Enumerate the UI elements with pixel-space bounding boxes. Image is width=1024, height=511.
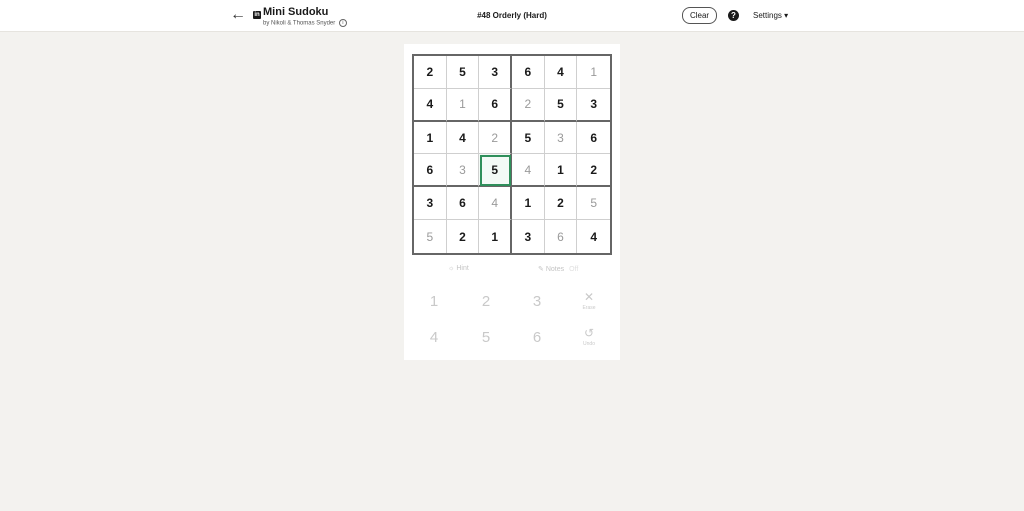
sudoku-cell[interactable]: 3 (512, 220, 545, 253)
byline: by Nikoli & Thomas Snyder i (263, 19, 347, 27)
sudoku-cell[interactable]: 3 (414, 187, 447, 221)
erase-x-icon: ✕ (583, 290, 595, 304)
sudoku-cell[interactable]: 6 (479, 88, 512, 122)
sudoku-cell[interactable]: 5 (512, 121, 545, 155)
sudoku-cell[interactable]: 3 (544, 121, 578, 155)
sudoku-cell[interactable]: 2 (479, 121, 512, 155)
sudoku-cell[interactable]: 4 (577, 220, 610, 253)
sudoku-cell[interactable]: 2 (544, 187, 578, 221)
sudoku-cell[interactable]: 6 (512, 56, 545, 89)
sudoku-cell[interactable]: 6 (545, 220, 578, 253)
sudoku-cell[interactable]: 4 (446, 121, 480, 155)
sudoku-cell[interactable]: 6 (414, 154, 447, 188)
sudoku-cell[interactable]: 2 (512, 88, 545, 122)
tool-row: ☼ Hint ✎ Notes Off (404, 263, 620, 277)
sudoku-cell[interactable]: 5 (446, 56, 480, 89)
sudoku-cell[interactable]: 1 (577, 56, 610, 89)
clear-button[interactable]: Clear (682, 7, 717, 24)
key-3[interactable]: 3 (517, 288, 557, 316)
sudoku-cell[interactable]: 5 (577, 187, 610, 221)
sudoku-cell[interactable]: 1 (414, 121, 447, 155)
sudoku-cell[interactable]: 1 (544, 154, 578, 188)
top-bar: ← in Mini Sudoku by Nikoli & Thomas Snyd… (0, 0, 1024, 32)
help-icon[interactable]: ? (728, 10, 739, 21)
key-5[interactable]: 5 (466, 324, 506, 352)
key-1[interactable]: 1 (414, 288, 454, 316)
info-icon[interactable]: i (338, 19, 347, 27)
sudoku-cell[interactable]: 3 (577, 89, 610, 122)
sudoku-board: 253641416253142536635412364125521364 (412, 54, 612, 255)
sudoku-cell[interactable]: 2 (577, 154, 610, 188)
sudoku-cell[interactable]: 4 (512, 154, 545, 188)
lightbulb-icon: ☼ (448, 265, 455, 272)
notes-toggle[interactable]: ✎ Notes Off (538, 265, 578, 273)
sudoku-cell[interactable]: 6 (446, 187, 480, 221)
hint-button[interactable]: ☼ Hint (448, 265, 469, 272)
sudoku-cell[interactable]: 1 (479, 220, 512, 253)
erase-button[interactable]: ✕ Erase (569, 290, 609, 318)
sudoku-cell[interactable]: 4 (544, 56, 578, 89)
sudoku-cell[interactable]: 1 (512, 187, 545, 221)
game-panel: 253641416253142536635412364125521364 ☼ H… (404, 44, 620, 360)
undo-button[interactable]: ↺ Undo (569, 326, 609, 354)
pencil-icon: ✎ (538, 266, 544, 273)
erase-label: Erase (582, 305, 596, 311)
sudoku-cell[interactable]: 3 (479, 56, 512, 89)
key-4[interactable]: 4 (414, 324, 454, 352)
byline-text: by Nikoli & Thomas Snyder (263, 20, 336, 27)
sudoku-cell[interactable]: 5 (544, 88, 578, 122)
sudoku-cell[interactable]: 2 (447, 220, 480, 253)
notes-state: Off (569, 266, 579, 273)
key-2[interactable]: 2 (466, 288, 506, 316)
sudoku-cell[interactable]: 3 (446, 154, 480, 188)
sudoku-cell-selected[interactable]: 5 (479, 154, 512, 188)
settings-dropdown[interactable]: Settings ▾ (753, 11, 788, 20)
sudoku-cell[interactable]: 4 (479, 187, 512, 221)
sudoku-cell[interactable]: 4 (414, 88, 447, 122)
hint-label: Hint (456, 265, 469, 272)
puzzle-title: #48 Orderly (Hard) (477, 11, 547, 20)
sudoku-cell[interactable]: 5 (414, 220, 447, 253)
undo-label: Undo (583, 341, 595, 347)
notes-label: Notes (545, 266, 565, 273)
sudoku-cell[interactable]: 1 (446, 88, 480, 122)
sudoku-cell[interactable]: 2 (414, 56, 447, 89)
sudoku-cell[interactable]: 6 (577, 122, 610, 155)
undo-icon: ↺ (583, 326, 595, 340)
key-6[interactable]: 6 (517, 324, 557, 352)
number-keypad: 1 2 3 ✕ Erase 4 5 6 ↺ Undo (404, 286, 620, 358)
